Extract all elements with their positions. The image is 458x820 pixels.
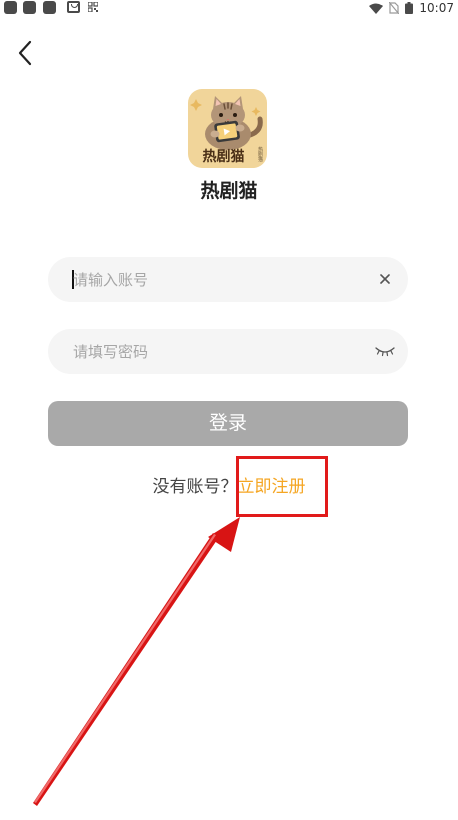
login-button[interactable]: 登录 (48, 401, 408, 446)
close-icon[interactable] (378, 272, 392, 286)
qr-icon (88, 2, 98, 12)
account-field (48, 257, 408, 302)
chevron-left-icon (18, 40, 32, 66)
password-input[interactable] (73, 329, 353, 374)
notification-icon (23, 1, 36, 14)
logo-stamp: 热剧猫 (258, 147, 264, 163)
no-account-text: 没有账号？ (152, 477, 238, 497)
notification-icon (43, 1, 56, 14)
account-input[interactable] (73, 257, 353, 302)
register-row: 没有账号？立即注册 (0, 476, 458, 498)
password-field (48, 329, 408, 374)
annotation-highlight-box (236, 456, 328, 517)
logo-text: 热剧猫 (202, 149, 245, 165)
status-time: 10:07 (419, 1, 454, 15)
eye-closed-icon[interactable] (374, 345, 396, 357)
wifi-icon (369, 3, 384, 14)
notification-icon (4, 1, 17, 14)
app-name: 热剧猫 (200, 180, 258, 202)
no-sim-icon (389, 2, 400, 14)
battery-icon (405, 2, 414, 14)
status-bar: 10:07 (0, 0, 458, 16)
shopping-bag-icon (67, 1, 80, 13)
app-logo: 热剧猫 热剧猫 (188, 89, 267, 168)
back-button[interactable] (12, 38, 40, 68)
